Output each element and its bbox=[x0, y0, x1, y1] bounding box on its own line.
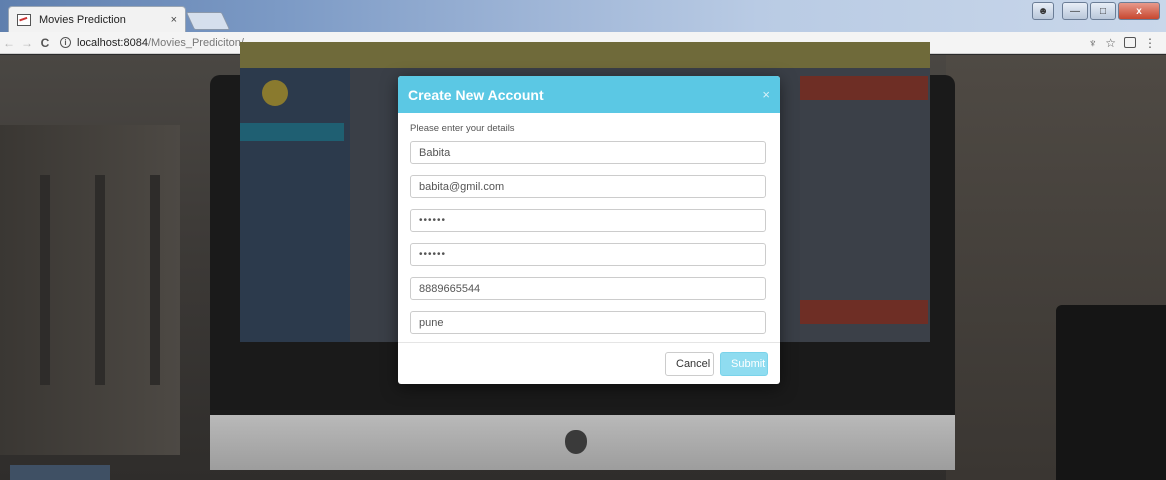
browser-menu-icon[interactable]: ⋮ bbox=[1144, 36, 1156, 50]
browser-tab[interactable]: Movies Prediction × bbox=[8, 6, 186, 32]
dashboard-logo-icon bbox=[262, 80, 288, 106]
forward-button[interactable]: → bbox=[18, 36, 36, 50]
window-controls: ☻ — □ x bbox=[1032, 2, 1160, 20]
maximize-button[interactable]: □ bbox=[1090, 2, 1116, 20]
dashboard-sidebar bbox=[240, 68, 350, 342]
password-input[interactable] bbox=[410, 209, 766, 232]
site-info-icon[interactable]: i bbox=[60, 37, 71, 48]
back-button[interactable]: ← bbox=[0, 36, 18, 50]
close-window-button[interactable]: x bbox=[1118, 2, 1160, 20]
tab-title: Movies Prediction bbox=[39, 13, 126, 26]
url-path: /Movies_Prediciton/ bbox=[147, 36, 244, 49]
tab-close-icon[interactable]: × bbox=[171, 14, 177, 26]
modal-footer: Cancel Submit bbox=[398, 342, 780, 384]
user-profile-icon[interactable]: ☻ bbox=[1032, 2, 1054, 20]
modal-close-icon[interactable]: × bbox=[762, 87, 770, 102]
create-account-modal: Create New Account × Please enter your d… bbox=[398, 76, 780, 384]
background-pillar bbox=[40, 175, 50, 385]
dashboard-panel-header bbox=[800, 76, 928, 100]
url-host: localhost:8084 bbox=[77, 36, 148, 49]
background-pillar bbox=[95, 175, 105, 385]
submit-button[interactable]: Submit bbox=[720, 351, 768, 376]
background-monitor bbox=[1056, 305, 1166, 480]
name-input[interactable] bbox=[410, 141, 766, 164]
apple-logo-icon bbox=[565, 430, 587, 454]
cast-extension-icon[interactable] bbox=[1124, 37, 1136, 48]
minimize-button[interactable]: — bbox=[1062, 2, 1088, 20]
bookmark-star-icon[interactable]: ☆ bbox=[1105, 36, 1116, 50]
phone-input[interactable] bbox=[410, 277, 766, 300]
new-tab-button[interactable] bbox=[185, 12, 231, 30]
browser-titlebar: Movies Prediction × ☻ — □ x bbox=[0, 0, 1166, 32]
dashboard-active-item bbox=[240, 123, 344, 141]
modal-header: Create New Account × bbox=[398, 76, 780, 113]
email-input[interactable] bbox=[410, 175, 766, 198]
modal-title: Create New Account bbox=[408, 86, 544, 103]
cancel-button[interactable]: Cancel bbox=[665, 351, 714, 376]
city-input[interactable] bbox=[410, 311, 766, 334]
dashboard-panel-header bbox=[800, 300, 928, 324]
modal-body: Please enter your details bbox=[398, 113, 780, 334]
page-favicon-icon bbox=[17, 13, 31, 26]
extension-icon[interactable]: ♆ bbox=[1088, 36, 1097, 50]
background-pillar bbox=[150, 175, 160, 385]
background-taskbar bbox=[10, 465, 110, 480]
modal-description: Please enter your details bbox=[410, 123, 515, 134]
confirm-password-input[interactable] bbox=[410, 243, 766, 266]
reload-button[interactable]: C bbox=[36, 36, 54, 50]
dashboard-header bbox=[240, 42, 930, 68]
address-bar[interactable]: localhost:8084/Movies_Prediciton/ bbox=[77, 37, 244, 49]
